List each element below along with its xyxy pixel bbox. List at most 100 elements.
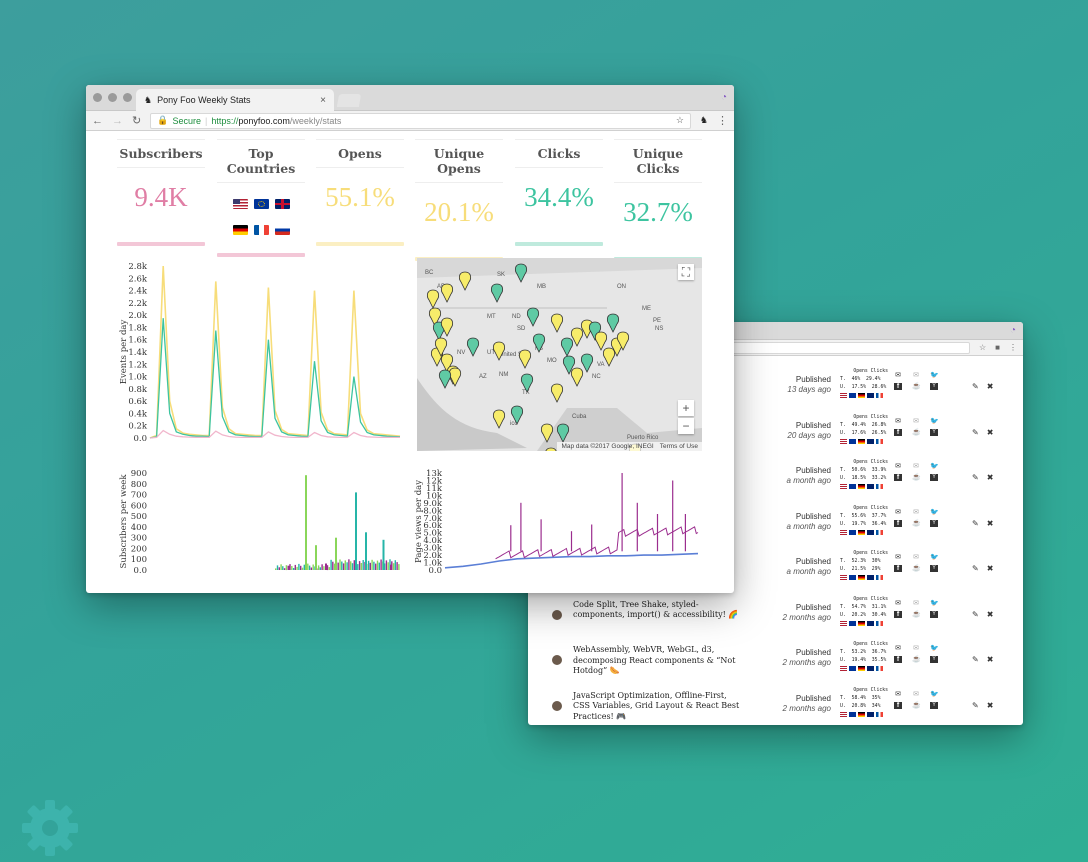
- email-outline-icon[interactable]: ✉: [912, 554, 920, 561]
- email-outline-icon[interactable]: ✉: [912, 372, 920, 379]
- delete-x-icon[interactable]: ✖: [987, 382, 994, 391]
- email-outline-icon[interactable]: ✉: [912, 691, 920, 698]
- twitter-icon[interactable]: 🐦: [930, 600, 939, 607]
- coffee-icon[interactable]: ☕: [912, 702, 921, 709]
- edit-pencil-icon[interactable]: ✎: [972, 382, 979, 391]
- edit-pencil-icon[interactable]: ✎: [972, 564, 979, 573]
- tab-pony-foo-weekly-stats[interactable]: ♞ Pony Foo Weekly Stats ×: [136, 89, 334, 111]
- minimize-window-button[interactable]: [108, 93, 117, 102]
- hacker-news-icon[interactable]: Y: [930, 519, 938, 527]
- bookmark-star-icon[interactable]: ☆: [979, 343, 986, 352]
- email-icon[interactable]: ✉: [894, 554, 902, 561]
- facebook-icon[interactable]: f: [894, 565, 902, 572]
- pony-extension-icon[interactable]: ♞: [700, 115, 708, 126]
- twitter-icon[interactable]: 🐦: [930, 554, 939, 561]
- edit-pencil-icon[interactable]: ✎: [972, 473, 979, 482]
- hacker-news-icon[interactable]: Y: [930, 474, 938, 481]
- email-icon[interactable]: ✉: [894, 645, 902, 652]
- zoom-out-button[interactable]: −: [678, 418, 694, 434]
- twitter-icon[interactable]: 🐦: [930, 463, 939, 470]
- hacker-news-icon[interactable]: Y: [930, 565, 938, 572]
- hacker-news-icon[interactable]: Y: [930, 428, 938, 436]
- extension-icon[interactable]: ◔: [721, 92, 727, 103]
- tab-close-icon[interactable]: ×: [320, 95, 326, 106]
- coffee-icon[interactable]: ☕: [912, 656, 921, 663]
- delete-x-icon[interactable]: ✖: [987, 701, 994, 710]
- close-window-button[interactable]: [93, 93, 102, 102]
- open-click-stats: Opens Clicks T. 53.2% 36.7% U. 19.4% 35.5%: [840, 641, 890, 671]
- delete-x-icon[interactable]: ✖: [987, 473, 994, 482]
- email-outline-icon[interactable]: ✉: [912, 463, 920, 470]
- email-outline-icon[interactable]: ✉: [912, 509, 920, 516]
- unique-label: U.: [840, 612, 846, 618]
- menu-dots-icon[interactable]: ⋮: [717, 114, 728, 127]
- new-tab-button[interactable]: [336, 94, 362, 107]
- twitter-icon[interactable]: 🐦: [930, 691, 939, 698]
- edit-pencil-icon[interactable]: ✎: [972, 610, 979, 619]
- facebook-icon[interactable]: f: [894, 610, 902, 618]
- delete-x-icon[interactable]: ✖: [987, 428, 994, 437]
- email-icon[interactable]: ✉: [894, 600, 902, 607]
- maximize-window-button[interactable]: [123, 93, 132, 102]
- hacker-news-icon[interactable]: Y: [930, 610, 938, 618]
- us-flag-icon: [840, 438, 847, 444]
- menu-dots-icon[interactable]: ⋮: [1009, 343, 1017, 352]
- delete-x-icon[interactable]: ✖: [987, 519, 994, 528]
- facebook-icon[interactable]: f: [894, 383, 902, 390]
- fullscreen-icon[interactable]: ⛶: [678, 264, 694, 280]
- url-field[interactable]: 🔒 Secure | https:// ponyfoo.com /weekly/…: [150, 112, 691, 129]
- facebook-icon[interactable]: f: [894, 519, 902, 527]
- map-terms-link[interactable]: Terms of Use: [660, 443, 698, 450]
- twitter-icon[interactable]: 🐦: [930, 645, 939, 652]
- coffee-icon[interactable]: ☕: [912, 520, 921, 527]
- published-when: 20 days ago: [787, 430, 831, 440]
- twitter-icon[interactable]: 🐦: [930, 509, 939, 516]
- facebook-icon[interactable]: f: [894, 428, 902, 436]
- total-label: T.: [840, 650, 846, 655]
- hacker-news-icon[interactable]: Y: [930, 656, 938, 663]
- bookmark-star-icon[interactable]: ☆: [676, 115, 684, 126]
- facebook-icon[interactable]: f: [894, 474, 902, 481]
- email-outline-icon[interactable]: ✉: [912, 645, 920, 652]
- newsletter-row[interactable]: Code Split, Tree Shake, styled-component…: [528, 596, 1023, 642]
- delete-x-icon[interactable]: ✖: [987, 564, 994, 573]
- edit-pencil-icon[interactable]: ✎: [972, 428, 979, 437]
- reload-icon[interactable]: ↻: [132, 114, 141, 127]
- edit-pencil-icon[interactable]: ✎: [972, 655, 979, 664]
- twitter-icon[interactable]: 🐦: [930, 418, 939, 425]
- subscriber-map[interactable]: BCSKMBABMTNDSDNVUTUnited StKSAZNMTXMOVAN…: [417, 258, 702, 451]
- facebook-icon[interactable]: f: [894, 656, 902, 663]
- pony-extension-icon[interactable]: ■: [995, 343, 1000, 352]
- forward-arrow-icon[interactable]: →: [112, 115, 123, 127]
- hacker-news-icon[interactable]: Y: [930, 383, 938, 390]
- country-flags: [840, 666, 890, 671]
- edit-pencil-icon[interactable]: ✎: [972, 701, 979, 710]
- email-outline-icon[interactable]: ✉: [912, 600, 920, 607]
- total-label: T.: [840, 377, 846, 382]
- coffee-icon[interactable]: ☕: [912, 383, 921, 390]
- email-icon[interactable]: ✉: [894, 372, 902, 379]
- coffee-icon[interactable]: ☕: [912, 474, 921, 481]
- issue-title[interactable]: WebAssembly, WebVR, WebGL, d3, decomposi…: [573, 645, 743, 677]
- email-icon[interactable]: ✉: [894, 691, 902, 698]
- coffee-icon[interactable]: ☕: [912, 565, 921, 572]
- email-icon[interactable]: ✉: [894, 418, 902, 425]
- email-icon[interactable]: ✉: [894, 509, 902, 516]
- hacker-news-icon[interactable]: Y: [930, 701, 938, 709]
- delete-x-icon[interactable]: ✖: [987, 655, 994, 664]
- zoom-in-button[interactable]: +: [678, 400, 694, 416]
- coffee-icon[interactable]: ☕: [912, 611, 921, 618]
- newsletter-row[interactable]: WebAssembly, WebVR, WebGL, d3, decomposi…: [528, 641, 1023, 687]
- facebook-icon[interactable]: f: [894, 701, 902, 709]
- email-outline-icon[interactable]: ✉: [912, 418, 920, 425]
- back-arrow-icon[interactable]: ←: [92, 115, 103, 127]
- issue-title[interactable]: JavaScript Optimization, Offline-First, …: [573, 691, 743, 723]
- issue-title[interactable]: Code Split, Tree Shake, styled-component…: [573, 600, 743, 621]
- newsletter-row[interactable]: JavaScript Optimization, Offline-First, …: [528, 687, 1023, 726]
- edit-pencil-icon[interactable]: ✎: [972, 519, 979, 528]
- delete-x-icon[interactable]: ✖: [987, 610, 994, 619]
- coffee-icon[interactable]: ☕: [912, 429, 921, 436]
- extension-icon[interactable]: ◔: [1010, 325, 1016, 336]
- email-icon[interactable]: ✉: [894, 463, 902, 470]
- twitter-icon[interactable]: 🐦: [930, 372, 939, 379]
